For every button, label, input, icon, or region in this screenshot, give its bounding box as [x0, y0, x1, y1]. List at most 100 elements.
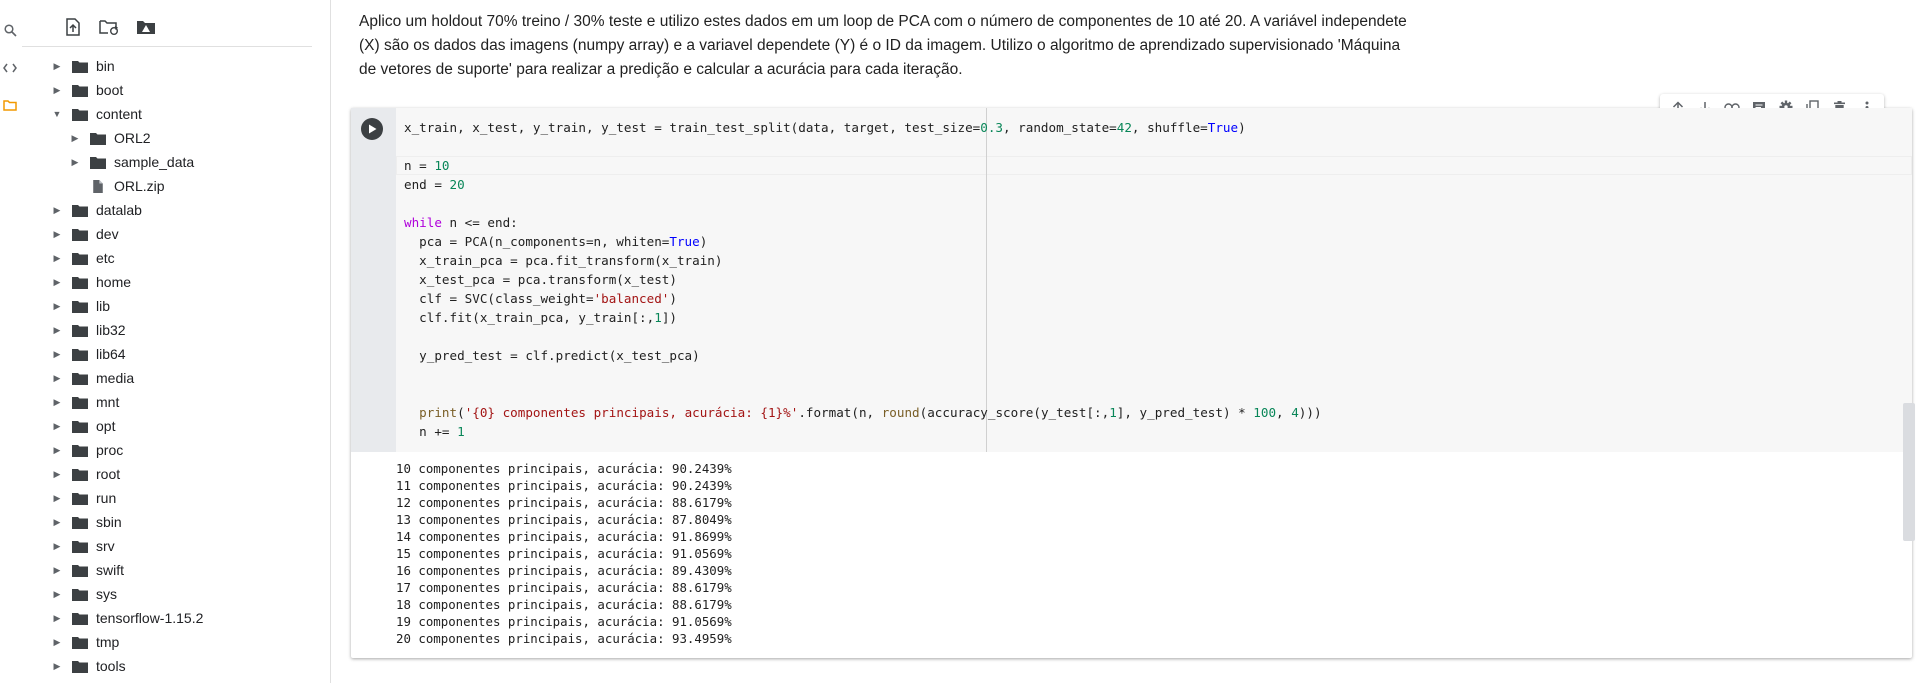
file-tree-item[interactable]: ▶ sample_data [22, 150, 322, 174]
caret-right-icon[interactable]: ▶ [52, 373, 62, 383]
run-cell-button[interactable] [361, 118, 383, 140]
file-tree-item[interactable]: ▶ swift [22, 558, 322, 582]
caret-right-icon[interactable]: ▶ [52, 565, 62, 575]
folder-icon [90, 156, 106, 169]
caret-right-icon[interactable]: ▶ [52, 397, 62, 407]
code-cell[interactable]: x_train, x_test, y_train, y_test = train… [351, 94, 1912, 658]
folder-icon [72, 492, 88, 505]
file-tree-label: sbin [96, 514, 122, 530]
scrollbar-thumb[interactable] [1903, 403, 1915, 541]
file-tree-item[interactable]: ▶ lib32 [22, 318, 322, 342]
file-tree-label: lib32 [96, 322, 126, 338]
file-tree-item[interactable]: ▶ tmp [22, 630, 322, 654]
caret-right-icon[interactable]: ▶ [52, 325, 62, 335]
file-tree-label: opt [96, 418, 116, 434]
file-tree-item[interactable]: ▶ ORL2 [22, 126, 322, 150]
caret-right-icon[interactable]: ▶ [52, 541, 62, 551]
code-icon[interactable] [3, 62, 17, 76]
folder-icon [72, 540, 88, 553]
file-tree-item[interactable]: ▶ lib [22, 294, 322, 318]
file-tree-item[interactable]: ▶ sbin [22, 510, 322, 534]
file-tree-item[interactable]: ▶ root [22, 462, 322, 486]
file-tree-item[interactable]: ▶ tools [22, 654, 322, 678]
caret-right-icon[interactable]: ▶ [52, 637, 62, 647]
file-tree-label: mnt [96, 394, 120, 410]
caret-right-icon[interactable]: ▶ [52, 61, 62, 71]
caret-right-icon[interactable]: ▶ [52, 301, 62, 311]
caret-right-icon[interactable]: ▶ [52, 661, 62, 671]
caret-right-icon[interactable]: ▶ [52, 229, 62, 239]
caret-right-icon[interactable]: ▶ [52, 421, 62, 431]
folder-icon [72, 612, 88, 625]
notebook-main: Aplico um holdout 70% treino / 30% teste… [331, 0, 1921, 683]
caret-right-icon[interactable]: ▶ [52, 445, 62, 455]
file-tree-label: home [96, 274, 132, 290]
file-tree-item[interactable]: ▼ content [22, 102, 322, 126]
caret-right-icon[interactable]: ▶ [52, 517, 62, 527]
folder-icon [72, 420, 88, 433]
file-tree-item[interactable]: ▶ run [22, 486, 322, 510]
file-tree-label: lib64 [96, 346, 126, 362]
folder-icon [72, 84, 88, 97]
folder-icon [90, 132, 106, 145]
cell-gutter [351, 108, 396, 452]
caret-right-icon[interactable]: ▶ [70, 157, 80, 167]
folder-icon [72, 444, 88, 457]
caret-right-icon[interactable]: ▶ [70, 133, 80, 143]
folder-icon [72, 300, 88, 313]
caret-right-icon[interactable]: ▶ [52, 253, 62, 263]
file-tree-item[interactable]: ▶ media [22, 366, 322, 390]
file-tree-item[interactable]: ▶ dev [22, 222, 322, 246]
caret-right-icon[interactable]: ▶ [52, 349, 62, 359]
caret-right-icon[interactable]: ▶ [52, 205, 62, 215]
file-tree-item[interactable]: ▶ bin [22, 54, 322, 78]
caret-right-icon[interactable]: ▶ [52, 613, 62, 623]
drive-icon[interactable] [133, 14, 159, 40]
file-tree: ▶ bin ▶ boot ▼ content ▶ ORL2 ▶ sample_data ORL.zi… [22, 54, 322, 678]
file-tree-label: datalab [96, 202, 142, 218]
caret-right-icon[interactable]: ▶ [52, 493, 62, 503]
caret-right-icon[interactable]: ▶ [52, 277, 62, 287]
folder-icon [72, 276, 88, 289]
file-browser-panel: ▶ bin ▶ boot ▼ content ▶ ORL2 ▶ sample_data ORL.zi… [22, 0, 331, 683]
folder-icon [72, 60, 88, 73]
file-tree-item[interactable]: ▶ opt [22, 414, 322, 438]
folder-icon [72, 564, 88, 577]
folder-icon[interactable] [3, 99, 17, 113]
file-tree-item[interactable]: ▶ sys [22, 582, 322, 606]
caret-down-icon[interactable]: ▼ [52, 109, 62, 119]
folder-icon [72, 324, 88, 337]
file-tree-label: boot [96, 82, 124, 98]
file-tree-item[interactable]: ▶ lib64 [22, 342, 322, 366]
file-tree-label: srv [96, 538, 115, 554]
refresh-folder-icon[interactable] [96, 14, 122, 40]
text-cell: Aplico um holdout 70% treino / 30% teste… [359, 13, 1407, 78]
upload-icon[interactable] [60, 14, 86, 40]
file-tree-item[interactable]: ORL.zip [22, 174, 322, 198]
file-tree-item[interactable]: ▶ mnt [22, 390, 322, 414]
code-editor[interactable]: x_train, x_test, y_train, y_test = train… [396, 108, 1912, 452]
file-tree-label: media [96, 370, 135, 386]
folder-icon [72, 636, 88, 649]
file-tree-item[interactable]: ▶ tensorflow-1.15.2 [22, 606, 322, 630]
file-tree-label: tmp [96, 634, 120, 650]
file-tree-item[interactable]: ▶ proc [22, 438, 322, 462]
file-tree-label: swift [96, 562, 124, 578]
file-tree-item[interactable]: ▶ srv [22, 534, 322, 558]
file-tree-item[interactable]: ▶ boot [22, 78, 322, 102]
folder-icon [72, 372, 88, 385]
caret-right-icon[interactable]: ▶ [52, 589, 62, 599]
code-text[interactable]: x_train, x_test, y_train, y_test = train… [404, 118, 1322, 441]
folder-icon [72, 228, 88, 241]
caret-right-icon[interactable]: ▶ [52, 469, 62, 479]
activity-rail [0, 0, 20, 683]
file-tree-item[interactable]: ▶ etc [22, 246, 322, 270]
divider [22, 46, 312, 47]
file-tree-label: ORL2 [114, 130, 151, 146]
file-tree-label: tensorflow-1.15.2 [96, 610, 204, 626]
file-tree-label: sys [96, 586, 117, 602]
file-tree-item[interactable]: ▶ datalab [22, 198, 322, 222]
search-icon[interactable] [3, 24, 17, 38]
file-tree-item[interactable]: ▶ home [22, 270, 322, 294]
caret-right-icon[interactable]: ▶ [52, 85, 62, 95]
